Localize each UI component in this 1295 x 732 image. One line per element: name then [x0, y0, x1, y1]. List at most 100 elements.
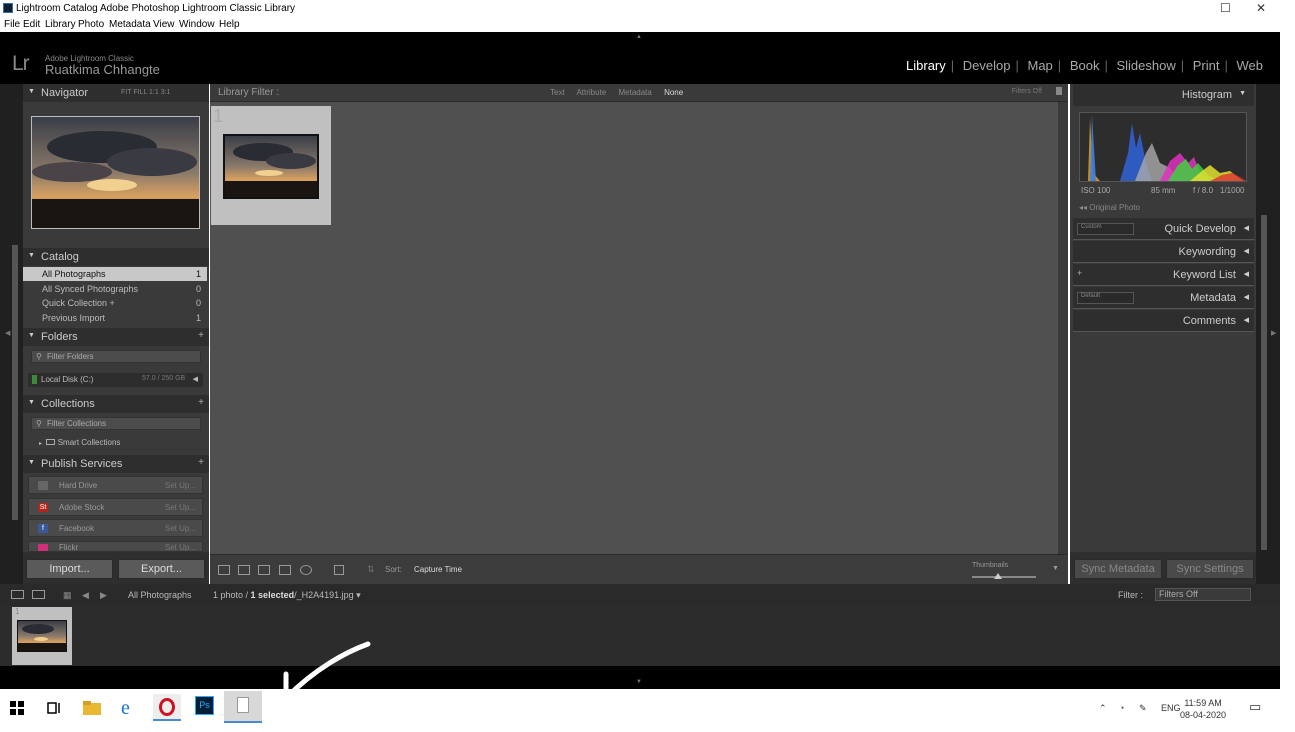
menu-metadata[interactable]: Metadata [109, 19, 151, 30]
module-print[interactable]: Print [1188, 58, 1225, 73]
collapse-bottom-icon[interactable]: ▼ [636, 679, 642, 685]
photoshop-icon[interactable]: Ps [195, 696, 214, 715]
filmstrip-source[interactable]: All Photographs [128, 590, 192, 600]
add-collection-icon[interactable]: + [198, 397, 204, 408]
catalog-header[interactable]: ▼ Catalog [23, 248, 209, 266]
filter-metadata[interactable]: Metadata [618, 88, 651, 97]
local-disk-row[interactable]: Local Disk (C:) 57.0 / 250 GB ◀ [28, 373, 203, 387]
publish-adobe-stock[interactable]: St Adobe Stock Set Up... [28, 498, 203, 516]
import-button[interactable]: Import... [26, 559, 113, 579]
menu-library[interactable]: Library [45, 19, 76, 30]
menu-photo[interactable]: Photo [78, 19, 104, 30]
edge-browser-icon[interactable]: e [121, 697, 130, 719]
filmstrip[interactable]: 1 [0, 606, 1280, 666]
pen-icon[interactable]: ✎ [1139, 703, 1147, 714]
module-web[interactable]: Web [1232, 58, 1269, 73]
export-button[interactable]: Export... [118, 559, 205, 579]
grid-cell[interactable]: 1 [211, 106, 331, 225]
menu-window[interactable]: Window [179, 19, 215, 30]
collapse-right-icon[interactable]: ▶ [1271, 329, 1276, 337]
compare-view-icon[interactable] [258, 565, 270, 575]
lightroom-taskbar-button[interactable] [224, 691, 262, 723]
photo-thumbnail[interactable] [223, 134, 319, 199]
metadata-header[interactable]: Default Metadata ◀ [1073, 287, 1254, 309]
catalog-item-previous-import[interactable]: Previous Import 1 [23, 311, 207, 325]
file-explorer-icon[interactable] [83, 701, 101, 721]
menu-file[interactable]: File [4, 19, 20, 30]
sync-metadata-button[interactable]: Sync Metadata [1074, 559, 1162, 579]
thumbnail-size-slider[interactable] [972, 576, 1036, 578]
original-photo-toggle[interactable]: ◂◂ Original Photo [1079, 203, 1140, 212]
filter-folders-input[interactable]: ⚲ Filter Folders [31, 350, 201, 363]
network-icon[interactable]: ◔ [1119, 703, 1124, 713]
windows-start-icon[interactable] [10, 701, 24, 721]
system-clock[interactable]: 11:59 AM 08-04-2020 [1180, 697, 1226, 721]
catalog-item-all-synced[interactable]: All Synced Photographs 0 [23, 282, 207, 296]
left-scrollbar[interactable] [12, 245, 18, 520]
slider-knob[interactable] [994, 573, 1002, 579]
menu-help[interactable]: Help [219, 19, 240, 30]
sort-selector[interactable]: Capture Time [414, 565, 462, 574]
publish-flickr[interactable]: Flickr Set Up... [28, 541, 203, 552]
maximize-icon[interactable]: ☐ [1220, 1, 1231, 15]
filter-attribute[interactable]: Attribute [576, 88, 606, 97]
forward-icon[interactable]: ▶ [100, 590, 107, 601]
catalog-item-all-photographs[interactable]: All Photographs 1 [23, 267, 207, 281]
loupe-view-icon[interactable] [238, 565, 250, 575]
painter-icon[interactable] [334, 565, 344, 575]
module-map[interactable]: Map [1023, 58, 1058, 73]
grid-view-icon[interactable] [218, 565, 230, 575]
close-icon[interactable]: ✕ [1256, 1, 1266, 15]
opera-taskbar-button[interactable] [153, 694, 181, 721]
collapse-top-panel-icon[interactable]: ▲ [636, 34, 642, 40]
add-folder-icon[interactable]: + [198, 330, 204, 341]
module-slideshow[interactable]: Slideshow [1111, 58, 1180, 73]
catalog-item-quick-collection[interactable]: Quick Collection +0 [23, 296, 207, 310]
module-library[interactable]: Library [901, 58, 951, 73]
module-develop[interactable]: Develop [958, 58, 1016, 73]
publish-services-header[interactable]: ▼ Publish Services + [23, 455, 209, 473]
survey-view-icon[interactable] [279, 565, 291, 575]
filter-text[interactable]: Text [550, 88, 565, 97]
menu-view[interactable]: View [153, 19, 175, 30]
publish-facebook[interactable]: f Facebook Set Up... [28, 519, 203, 537]
right-panel-edge[interactable]: ▶ [1256, 84, 1280, 584]
bottom-panel-edge[interactable]: ▼ [0, 666, 1280, 689]
filmstrip-thumbnail[interactable] [17, 620, 67, 652]
collapse-left-icon[interactable]: ◀ [5, 329, 10, 337]
filters-off-selector[interactable]: Filters Off [1012, 88, 1042, 95]
comments-header[interactable]: Comments ◀ [1073, 310, 1254, 332]
smart-collections-item[interactable]: ▸ Smart Collections [39, 438, 120, 447]
sort-direction-icon[interactable]: ⇅ [367, 564, 375, 575]
tray-chevron-icon[interactable]: ⌃ [1099, 703, 1107, 714]
add-publish-icon[interactable]: + [198, 457, 204, 468]
navigator-zoom-options[interactable]: FIT FILL 1:1 3:1 [121, 89, 170, 96]
grid-icon[interactable]: ▦ [63, 590, 72, 601]
lock-icon[interactable] [1056, 87, 1062, 95]
filter-collections-input[interactable]: ⚲ Filter Collections [31, 417, 201, 430]
right-scrollbar[interactable] [1261, 215, 1267, 550]
language-indicator[interactable]: ENG [1161, 703, 1181, 713]
histogram-title[interactable]: Histogram [1182, 89, 1232, 101]
task-view-icon[interactable] [47, 702, 61, 722]
disk-expand-icon[interactable]: ◀ [193, 375, 198, 383]
menu-edit[interactable]: Edit [23, 19, 40, 30]
grid-scrollbar[interactable] [1058, 102, 1068, 554]
quick-develop-header[interactable]: Custom Quick Develop ◀ [1073, 218, 1254, 240]
main-window-icon[interactable] [11, 590, 24, 599]
toolbar-options-dropdown[interactable]: ▼ [1052, 565, 1059, 572]
module-book[interactable]: Book [1065, 58, 1105, 73]
back-icon[interactable]: ◀ [82, 590, 89, 601]
publish-hard-drive[interactable]: Hard Drive Set Up... [28, 476, 203, 494]
keywording-header[interactable]: Keywording ◀ [1073, 241, 1254, 263]
histogram-chart[interactable] [1079, 112, 1247, 182]
keyword-list-header[interactable]: + Keyword List ◀ [1073, 264, 1254, 286]
folders-header[interactable]: ▼ Folders + [23, 328, 209, 346]
second-window-icon[interactable] [32, 590, 45, 599]
navigator-preview[interactable] [31, 116, 200, 229]
navigator-header[interactable]: ▼ Navigator FIT FILL 1:1 3:1 [23, 84, 209, 102]
filter-none[interactable]: None [664, 88, 683, 97]
add-keyword-icon[interactable]: + [1077, 268, 1082, 278]
grid-view[interactable]: 1 [210, 102, 1058, 554]
histogram-collapse-icon[interactable]: ▼ [1239, 90, 1246, 97]
